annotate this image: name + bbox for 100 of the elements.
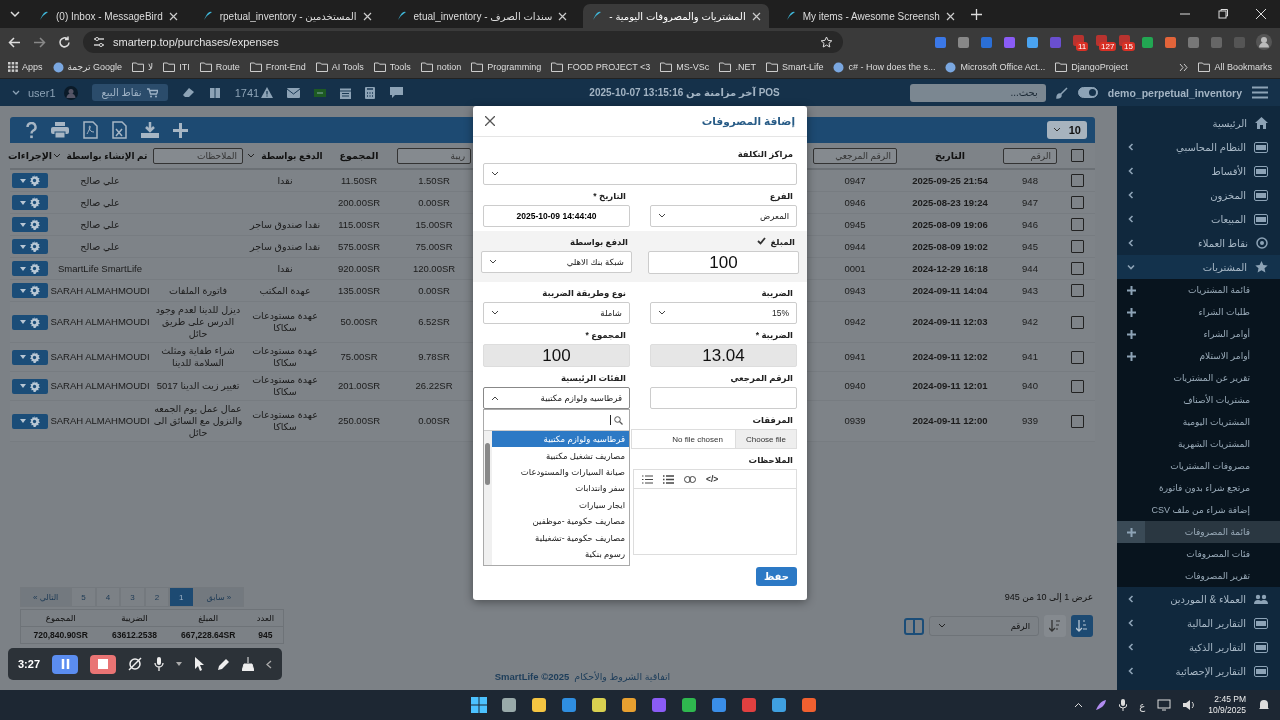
actions-button[interactable]: [12, 283, 48, 298]
new-tab-icon[interactable]: [970, 8, 982, 20]
submenu-item[interactable]: المشتريات اليومية: [1117, 411, 1280, 433]
stop-button[interactable]: [90, 654, 116, 674]
submenu-item[interactable]: تقرير المصروفات: [1117, 565, 1280, 587]
extension-icon[interactable]: [957, 35, 970, 49]
submenu-item[interactable]: مرتجع شراء بدون فاتورة: [1117, 477, 1280, 499]
extension-icon[interactable]: [1141, 35, 1154, 49]
pause-button[interactable]: [52, 654, 78, 674]
actions-button[interactable]: [12, 314, 48, 330]
help-icon[interactable]: [26, 121, 37, 139]
mail-icon[interactable]: [287, 87, 301, 98]
tax-type-select[interactable]: شاملة: [483, 302, 630, 324]
submenu-item[interactable]: فئات المصروفات: [1117, 543, 1280, 565]
page-size-select[interactable]: 10: [1047, 121, 1087, 139]
tax-amount-field[interactable]: 13.04: [650, 344, 797, 367]
reload-icon[interactable]: [58, 35, 71, 49]
submenu-item[interactable]: تقرير عن المشتريات: [1117, 367, 1280, 389]
column-filter[interactable]: ريبة: [397, 147, 471, 164]
bookmark[interactable]: Route: [199, 62, 240, 72]
extension-icon[interactable]: [1164, 35, 1177, 49]
actions-button[interactable]: [12, 261, 48, 276]
microphone-icon[interactable]: [1119, 699, 1128, 711]
submenu-item[interactable]: مصروفات المشتريات: [1117, 455, 1280, 477]
toggle-switch[interactable]: [1077, 87, 1098, 98]
branch-select[interactable]: المعرض: [650, 205, 797, 227]
submenu-item[interactable]: أوامر الاستلام: [1117, 345, 1280, 367]
row-checkbox[interactable]: [1071, 218, 1084, 231]
chevron-icon[interactable]: [266, 659, 272, 669]
save-button[interactable]: حفظ: [755, 567, 797, 586]
close-icon[interactable]: [485, 116, 495, 126]
taskbar-app-icon[interactable]: [501, 697, 517, 713]
tax-rate-select[interactable]: 15%: [650, 302, 797, 324]
browser-tab[interactable]: My items - Awesome Screensh: [776, 4, 963, 28]
cursor-icon[interactable]: [194, 657, 205, 671]
taskbar-app-icon[interactable]: [621, 697, 637, 713]
numbered-list-icon[interactable]: [663, 474, 674, 484]
payment-method-select[interactable]: شبكة بنك الاهلي: [481, 251, 632, 273]
bookmark[interactable]: ITI: [163, 62, 190, 72]
sidebar-item[interactable]: المشتريات: [1117, 255, 1280, 279]
feather-icon[interactable]: [1095, 699, 1108, 711]
row-checkbox[interactable]: [1071, 196, 1084, 209]
pen-icon[interactable]: [217, 657, 230, 671]
dropdown-option[interactable]: سفر وانتدابات: [492, 480, 629, 497]
microphone-icon[interactable]: [154, 657, 164, 671]
eraser-icon[interactable]: [181, 87, 195, 98]
sidebar-item[interactable]: النظام المحاسبي: [1117, 135, 1280, 159]
start-icon[interactable]: [471, 697, 487, 713]
bulleted-list-icon[interactable]: [642, 474, 653, 484]
plus-icon[interactable]: [173, 122, 188, 138]
file-input[interactable]: No file chosen Choose file: [631, 429, 797, 449]
dropdown-option[interactable]: قرطاسيه ولوازم مكتبية: [492, 431, 629, 448]
add-button[interactable]: [1117, 521, 1145, 543]
calendar-icon[interactable]: [340, 86, 352, 99]
print-icon[interactable]: [51, 122, 69, 138]
browser-tab[interactable]: المشتريات والمصروفات اليومية -: [583, 4, 769, 28]
forward-icon[interactable]: [33, 35, 46, 49]
sort-descending-button[interactable]: [1071, 615, 1093, 637]
page-button[interactable]: 1: [169, 587, 194, 607]
submenu-item[interactable]: طلبات الشراء: [1117, 301, 1280, 323]
select-all-checkbox[interactable]: [1071, 149, 1084, 162]
download-icon[interactable]: [141, 122, 159, 138]
address-bar[interactable]: smarterp.top/purchases/expenses: [83, 31, 843, 53]
notes-editor[interactable]: </>: [633, 469, 797, 555]
row-checkbox[interactable]: [1071, 414, 1084, 428]
actions-button[interactable]: [12, 413, 48, 429]
sidebar-item[interactable]: المخزون: [1117, 183, 1280, 207]
actions-button[interactable]: [12, 239, 48, 254]
sidebar-item[interactable]: التقارير الذكية: [1117, 635, 1280, 659]
date-field[interactable]: 2025-10-09 14:44:40: [483, 205, 630, 227]
column-filter[interactable]: الملاحظات: [153, 147, 243, 164]
row-checkbox[interactable]: [1071, 379, 1084, 393]
browser-tab[interactable]: المستخدمين - rpetual_inventory: [193, 4, 380, 28]
sidebar-item[interactable]: المبيعات: [1117, 207, 1280, 231]
profile-icon[interactable]: [1256, 34, 1272, 50]
actions-button[interactable]: [12, 217, 48, 232]
dropdown-option[interactable]: مصاريف حكومية -تشغيلية: [492, 529, 629, 546]
taskbar-app-icon[interactable]: [801, 697, 817, 713]
clock[interactable]: 2:45 PM 10/9/2025: [1208, 694, 1246, 716]
actions-button[interactable]: [12, 173, 48, 188]
user-menu[interactable]: user1: [12, 85, 78, 100]
actions-button[interactable]: [12, 349, 48, 365]
speaker-icon[interactable]: [1183, 699, 1197, 711]
submenu-item[interactable]: مشتريات الأصناف: [1117, 389, 1280, 411]
actions-button[interactable]: [12, 378, 48, 394]
sidebar-item[interactable]: الأقساط: [1117, 159, 1280, 183]
bookmark[interactable]: All Bookmarks: [1198, 62, 1272, 72]
search-field[interactable]: بحث...: [909, 83, 1046, 102]
code-button[interactable]: </>: [706, 474, 719, 484]
flag-icon[interactable]: [314, 88, 327, 97]
submenu-item[interactable]: المشتريات الشهرية: [1117, 433, 1280, 455]
scrollbar[interactable]: [484, 431, 492, 565]
back-icon[interactable]: [8, 35, 21, 49]
bookmark[interactable]: AI Tools: [315, 62, 364, 72]
pdf-file-icon[interactable]: [83, 121, 98, 139]
total-field[interactable]: 100: [483, 344, 630, 367]
column-filter-select[interactable]: تم الإنشاء بواسطة: [52, 150, 148, 161]
dropdown-option[interactable]: ايجار سيارات: [492, 496, 629, 513]
notification-icon[interactable]: [1258, 699, 1270, 711]
row-checkbox[interactable]: [1071, 350, 1084, 364]
